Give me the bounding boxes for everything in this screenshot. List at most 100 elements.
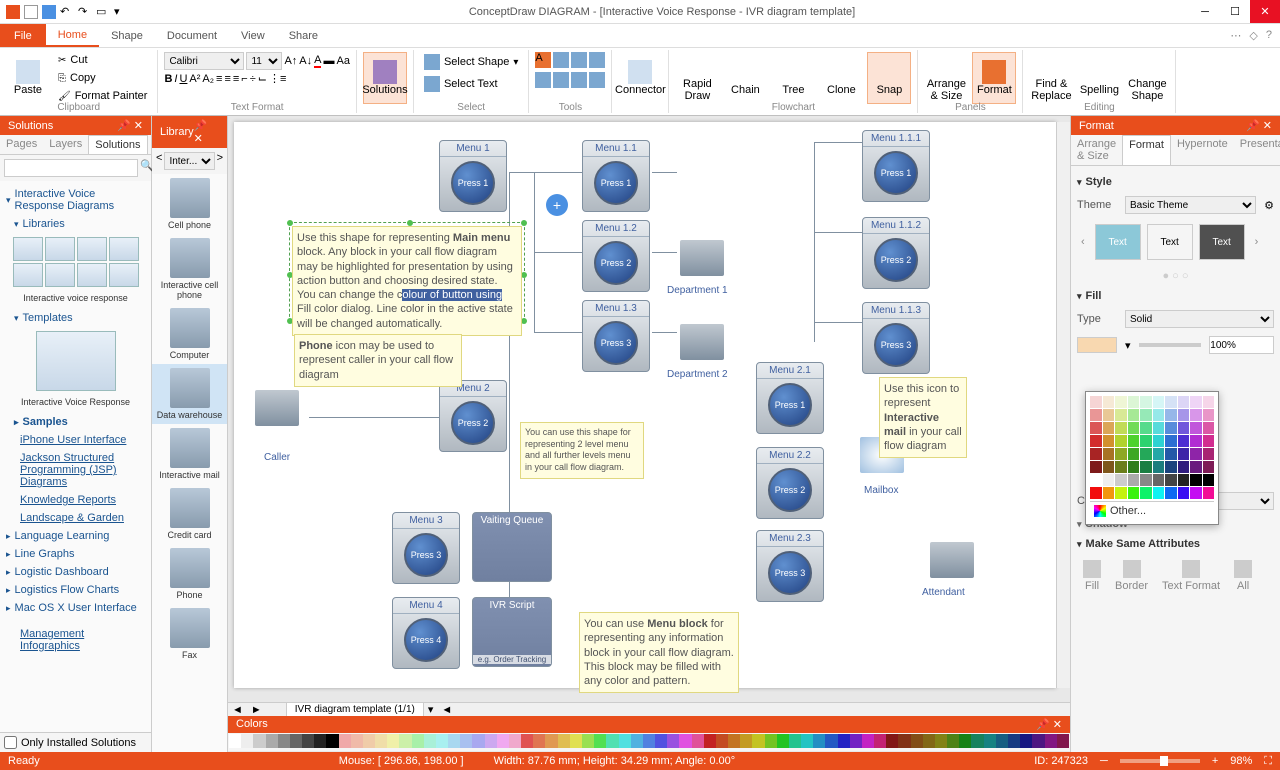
- lib-credit-card[interactable]: Credit card: [152, 484, 227, 544]
- spelling-button[interactable]: Spelling: [1077, 52, 1121, 104]
- bullets-icon[interactable]: ⋮≡: [269, 72, 286, 85]
- menu-1-3[interactable]: Menu 1.3Press 3: [582, 300, 650, 372]
- waiting-queue[interactable]: Vaiting Queue: [472, 512, 552, 582]
- menu-2-1[interactable]: Menu 2.1Press 1: [756, 362, 824, 434]
- lib-cell-phone[interactable]: Cell phone: [152, 174, 227, 234]
- panel-close-icon[interactable]: ✕: [1263, 120, 1272, 132]
- menu-1-1-1[interactable]: Menu 1.1.1Press 1: [862, 130, 930, 202]
- tree-templates[interactable]: Templates: [4, 309, 147, 327]
- align-bottom-icon[interactable]: ⌙: [258, 72, 267, 85]
- case-icon[interactable]: Aa: [336, 55, 349, 67]
- section-make-same[interactable]: Make Same Attributes: [1077, 534, 1274, 554]
- tab-home[interactable]: Home: [46, 25, 99, 47]
- snap-button[interactable]: Snap: [867, 52, 911, 104]
- arrange-size-button[interactable]: Arrange & Size: [924, 52, 968, 104]
- fill-color-swatch[interactable]: [1077, 337, 1117, 353]
- align-right-icon[interactable]: ≡: [233, 73, 239, 85]
- align-center-icon[interactable]: ≡: [224, 73, 230, 85]
- tree-landscape[interactable]: Landscape & Garden: [4, 509, 147, 527]
- menu-1-1-2[interactable]: Menu 1.1.2Press 2: [862, 217, 930, 289]
- lib-computer[interactable]: Computer: [152, 304, 227, 364]
- note-mail[interactable]: Use this icon to represent Interactive m…: [879, 377, 967, 458]
- ivr-script[interactable]: IVR Scripte.g. Order Tracking: [472, 597, 552, 667]
- presentation-icon[interactable]: ▭: [96, 5, 110, 19]
- tab-layers[interactable]: Layers: [43, 135, 88, 154]
- solutions-button[interactable]: Solutions: [363, 52, 407, 104]
- tree-mgmt[interactable]: Management Infographics: [4, 625, 147, 655]
- tab-shape[interactable]: Shape: [99, 26, 155, 46]
- tool-spline-icon[interactable]: [589, 72, 605, 88]
- note-menu-block[interactable]: You can use Menu block for representing …: [579, 612, 739, 693]
- change-shape-button[interactable]: Change Shape: [1125, 52, 1169, 104]
- attrib-text[interactable]: Text Format: [1162, 560, 1220, 592]
- tab-solutions[interactable]: Solutions: [88, 135, 147, 154]
- align-left-icon[interactable]: ≡: [216, 73, 222, 85]
- vertical-scrollbar[interactable]: [1056, 122, 1070, 688]
- font-color-icon[interactable]: A: [314, 54, 321, 68]
- theme-thumb-1[interactable]: Text: [1095, 224, 1141, 260]
- pin-icon[interactable]: 📌: [1246, 120, 1260, 132]
- dropdown-icon[interactable]: ▾: [114, 5, 128, 19]
- menu-4[interactable]: Menu 4Press 4: [392, 597, 460, 669]
- tree-knowledge[interactable]: Knowledge Reports: [4, 491, 147, 509]
- section-fill[interactable]: Fill: [1077, 286, 1274, 306]
- file-tab[interactable]: File: [0, 24, 46, 47]
- ribbon-more-icon[interactable]: ⋯: [1230, 29, 1241, 42]
- connector-button[interactable]: Connector: [618, 52, 662, 104]
- menu-1-2[interactable]: Menu 1.2Press 2: [582, 220, 650, 292]
- fill-type-select[interactable]: Solid: [1125, 310, 1274, 328]
- tree-iphone[interactable]: iPhone User Interface: [4, 431, 147, 449]
- attrib-fill[interactable]: Fill: [1083, 560, 1101, 592]
- panel-close-icon[interactable]: ✕: [1053, 719, 1062, 731]
- drawing-canvas[interactable]: Caller Menu 1Press 1 Menu 1.1Press 1 Men…: [234, 122, 1056, 688]
- help-icon[interactable]: ?: [1266, 29, 1272, 42]
- tree-samples[interactable]: Samples: [4, 413, 147, 431]
- document-tab[interactable]: IVR diagram template (1/1): [286, 702, 424, 717]
- new-icon[interactable]: [24, 5, 38, 19]
- tool-arc-icon[interactable]: [589, 52, 605, 68]
- panel-close-icon[interactable]: ✕: [134, 120, 143, 132]
- tree-language[interactable]: Language Learning: [4, 527, 147, 545]
- superscript-icon[interactable]: A²: [189, 73, 200, 85]
- fill-opacity[interactable]: [1209, 336, 1274, 354]
- highlight-icon[interactable]: ▬: [323, 55, 334, 67]
- color-other[interactable]: Other...: [1090, 501, 1214, 520]
- theme-thumb-3[interactable]: Text: [1199, 224, 1245, 260]
- select-shape-button[interactable]: Select Shape ▾: [420, 52, 522, 72]
- chain-button[interactable]: Chain: [723, 52, 767, 104]
- add-node-badge[interactable]: +: [546, 194, 568, 216]
- zoom-slider[interactable]: [1120, 759, 1200, 763]
- grow-font-icon[interactable]: A↑: [284, 55, 297, 67]
- pin-icon[interactable]: 📌: [194, 120, 208, 132]
- tab-view[interactable]: View: [229, 26, 277, 46]
- lib-fax[interactable]: Fax: [152, 604, 227, 664]
- lib-interactive-mail[interactable]: Interactive mail: [152, 424, 227, 484]
- ribbon-collapse-icon[interactable]: ◇: [1249, 29, 1257, 42]
- minimize-button[interactable]: ─: [1190, 0, 1220, 23]
- tree-libraries[interactable]: Libraries: [4, 215, 147, 233]
- find-replace-button[interactable]: Find & Replace: [1029, 52, 1073, 104]
- clone-button[interactable]: Clone: [819, 52, 863, 104]
- tree-line[interactable]: Line Graphs: [4, 545, 147, 563]
- bold-icon[interactable]: B: [164, 73, 172, 85]
- size-select[interactable]: 11: [246, 52, 282, 70]
- tool-text-icon[interactable]: A: [535, 52, 551, 68]
- copy-button[interactable]: ⎘ Copy: [54, 70, 151, 86]
- theme-prev[interactable]: ‹: [1077, 236, 1089, 248]
- theme-thumb-2[interactable]: Text: [1147, 224, 1193, 260]
- pin-icon[interactable]: 📌: [1036, 719, 1050, 731]
- panel-close-icon[interactable]: ✕: [194, 133, 203, 145]
- tab-share[interactable]: Share: [277, 26, 330, 46]
- theme-select[interactable]: Basic Theme: [1125, 196, 1256, 214]
- redo-icon[interactable]: ↷: [78, 5, 92, 19]
- save-icon[interactable]: [42, 5, 56, 19]
- menu-1[interactable]: Menu 1Press 1: [439, 140, 507, 212]
- menu-1-1-3[interactable]: Menu 1.1.3Press 3: [862, 302, 930, 374]
- lib-data-warehouse[interactable]: Data warehouse: [152, 364, 227, 424]
- maximize-button[interactable]: ☐: [1220, 0, 1250, 23]
- tree-ivr-diagrams[interactable]: Interactive Voice Response Diagrams: [4, 185, 147, 215]
- tab-presentation[interactable]: Presentation: [1234, 135, 1280, 165]
- theme-next[interactable]: ›: [1251, 236, 1263, 248]
- select-text-button[interactable]: Select Text: [420, 74, 522, 94]
- menu-2[interactable]: Menu 2Press 2: [439, 380, 507, 452]
